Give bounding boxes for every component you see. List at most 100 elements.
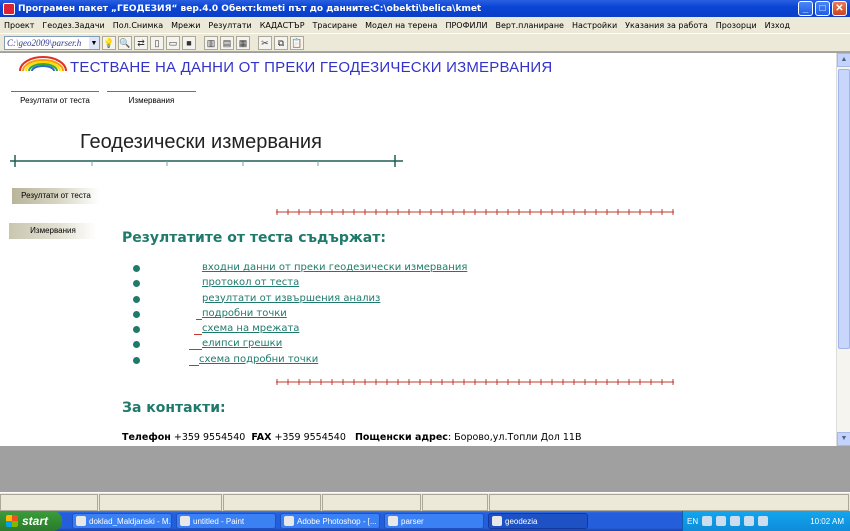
tray-icon[interactable] bbox=[716, 516, 727, 526]
start-button[interactable]: start bbox=[0, 511, 62, 531]
scroll-thumb[interactable] bbox=[838, 69, 850, 349]
panel-icon[interactable]: ▥ bbox=[204, 35, 218, 50]
vertical-scrollbar[interactable]: ▲ ▼ bbox=[836, 53, 850, 446]
chevron-down-icon[interactable]: ▼ bbox=[89, 36, 99, 49]
status-cell bbox=[488, 494, 850, 511]
list-item: схема на мрежата bbox=[128, 322, 488, 337]
minimize-button[interactable]: _ bbox=[798, 1, 813, 16]
magnifier-icon[interactable]: 🔍 bbox=[118, 35, 132, 50]
results-heading: Резултатите от теста съдържат: bbox=[122, 230, 386, 246]
app-icon bbox=[3, 2, 15, 15]
status-bar bbox=[0, 492, 850, 511]
list-item: протокол от теста bbox=[128, 276, 488, 291]
new-file-icon[interactable]: ▯ bbox=[150, 35, 164, 50]
tray-icon[interactable] bbox=[730, 516, 741, 526]
close-button[interactable]: ✕ bbox=[832, 1, 847, 16]
menu-item-cadastre[interactable]: КАДАСТЪР bbox=[256, 21, 309, 30]
cut-icon[interactable]: ✂ bbox=[258, 35, 272, 50]
paint-icon bbox=[180, 516, 190, 526]
paste-icon[interactable]: 📋 bbox=[290, 35, 304, 50]
tray-icon[interactable] bbox=[758, 516, 769, 526]
menu-item-vertical-planning[interactable]: Верт.планиране bbox=[491, 21, 568, 30]
results-list: входни данни от преки геодезически измер… bbox=[128, 261, 488, 368]
section-divider bbox=[10, 155, 403, 167]
contacts-heading: За контакти: bbox=[122, 400, 226, 416]
task-paint[interactable]: untitled - Paint bbox=[176, 513, 276, 529]
tab-measurements[interactable]: Измервания bbox=[107, 91, 196, 105]
scroll-up-icon[interactable]: ▲ bbox=[837, 53, 850, 67]
phone-label: Телефон bbox=[122, 432, 171, 443]
maximize-button[interactable]: □ bbox=[815, 1, 830, 16]
bullet-icon bbox=[133, 341, 140, 349]
link-input-data[interactable]: входни данни от преки геодезически измер… bbox=[202, 262, 467, 273]
menu-item-terrain-model[interactable]: Модел на терена bbox=[361, 21, 441, 30]
menu-item-results[interactable]: Резултати bbox=[204, 21, 255, 30]
address-value: : Борово,ул.Топли Дол 11В bbox=[447, 432, 582, 443]
link-detail-points-scheme[interactable]: схема подробни точки bbox=[199, 354, 318, 365]
task-photoshop[interactable]: Adobe Photoshop - [... bbox=[280, 513, 380, 529]
language-indicator[interactable]: EN bbox=[687, 517, 698, 526]
tray-icon[interactable] bbox=[744, 516, 755, 526]
menu-item-exit[interactable]: Изход bbox=[761, 21, 794, 30]
address-label: Пощенски адрес bbox=[354, 432, 448, 443]
link-error-ellipses[interactable]: елипси грешки bbox=[202, 338, 282, 349]
link-test-protocol[interactable]: протокол от теста bbox=[202, 277, 299, 288]
link-analysis-results[interactable]: резултати от извършения анализ bbox=[202, 293, 380, 304]
start-label: start bbox=[22, 514, 49, 528]
status-cell bbox=[98, 494, 222, 511]
ruler-divider-bottom bbox=[276, 379, 674, 385]
menu-item-geodetic-tasks[interactable]: Геодез.Задачи bbox=[38, 21, 108, 30]
panel-icon-2[interactable]: ▤ bbox=[220, 35, 234, 50]
menu-item-networks[interactable]: Мрежи bbox=[167, 21, 204, 30]
ruler-divider-top bbox=[276, 209, 674, 215]
status-cell bbox=[321, 494, 422, 511]
photoshop-icon bbox=[284, 516, 294, 526]
phone-value: +359 9554540 bbox=[173, 432, 246, 443]
menu-item-staking[interactable]: Трасиране bbox=[309, 21, 362, 30]
clock: 10:02 AM bbox=[810, 516, 844, 526]
title-bar: Програмен пакет „ГЕОДЕЗИЯ“ вер.4.0 Обект… bbox=[0, 0, 850, 17]
task-geodezia[interactable]: geodezia bbox=[488, 513, 588, 529]
menu-item-settings[interactable]: Настройки bbox=[568, 21, 621, 30]
mdi-background bbox=[0, 446, 850, 492]
address-value: C:\geo2009\parser.h bbox=[7, 37, 82, 48]
list-item: схема подробни точки bbox=[128, 353, 488, 368]
address-combo[interactable]: C:\geo2009\parser.h ▼ bbox=[4, 35, 100, 50]
toolbar: C:\geo2009\parser.h ▼ 💡 🔍 ⇄ ▯ ▭ ■ ▥ ▤ ▦ … bbox=[0, 33, 850, 52]
status-cell bbox=[422, 494, 488, 511]
bulb-icon[interactable]: 💡 bbox=[102, 35, 116, 50]
menu-item-project[interactable]: Проект bbox=[0, 21, 38, 30]
list-item: входни данни от преки геодезически измер… bbox=[128, 261, 488, 276]
sidebar-item-measurements[interactable]: Измервания bbox=[9, 223, 97, 239]
open-folder-icon[interactable]: ▭ bbox=[166, 35, 180, 50]
menu-bar: Проект Геодез.Задачи Пол.Снимка Мрежи Ре… bbox=[0, 17, 850, 33]
menu-item-instructions[interactable]: Указания за работа bbox=[621, 21, 712, 30]
menu-item-field-survey[interactable]: Пол.Снимка bbox=[109, 21, 167, 30]
word-icon bbox=[76, 516, 86, 526]
window-title: Програмен пакет „ГЕОДЕЗИЯ“ вер.4.0 Обект… bbox=[18, 3, 482, 14]
window-controls: _ □ ✕ bbox=[798, 1, 847, 16]
bullet-icon bbox=[133, 280, 140, 288]
sidebar-item-test-results[interactable]: Резултати от теста bbox=[12, 188, 100, 204]
page-header-title: ТЕСТВАНЕ НА ДАННИ ОТ ПРЕКИ ГЕОДЕЗИЧЕСКИ … bbox=[70, 59, 553, 76]
panel-icon-3[interactable]: ▦ bbox=[236, 35, 250, 50]
stop-icon[interactable]: ■ bbox=[182, 35, 196, 50]
windows-flag-icon bbox=[6, 515, 18, 527]
menu-item-windows[interactable]: Прозорци bbox=[712, 21, 761, 30]
app-icon bbox=[492, 516, 502, 526]
link-network-scheme[interactable]: схема на мрежата bbox=[202, 323, 299, 334]
copy-icon[interactable]: ⧉ bbox=[274, 35, 288, 50]
scroll-down-icon[interactable]: ▼ bbox=[837, 432, 850, 446]
task-word-document[interactable]: doklad_Maldjanski - M... bbox=[72, 513, 172, 529]
task-parser[interactable]: parser bbox=[384, 513, 484, 529]
list-item: елипси грешки bbox=[128, 337, 488, 352]
folder-icon bbox=[388, 516, 398, 526]
taskbar: start doklad_Maldjanski - M... untitled … bbox=[0, 511, 850, 531]
link-detail-points[interactable]: подробни точки bbox=[202, 308, 287, 319]
tab-test-results[interactable]: Резултати от теста bbox=[11, 91, 99, 105]
section-title: Геодезически измервания bbox=[80, 131, 322, 153]
tray-icon[interactable] bbox=[702, 516, 713, 526]
rainbow-logo bbox=[19, 56, 67, 71]
menu-item-profiles[interactable]: ПРОФИЛИ bbox=[441, 21, 491, 30]
nav-icon[interactable]: ⇄ bbox=[134, 35, 148, 50]
